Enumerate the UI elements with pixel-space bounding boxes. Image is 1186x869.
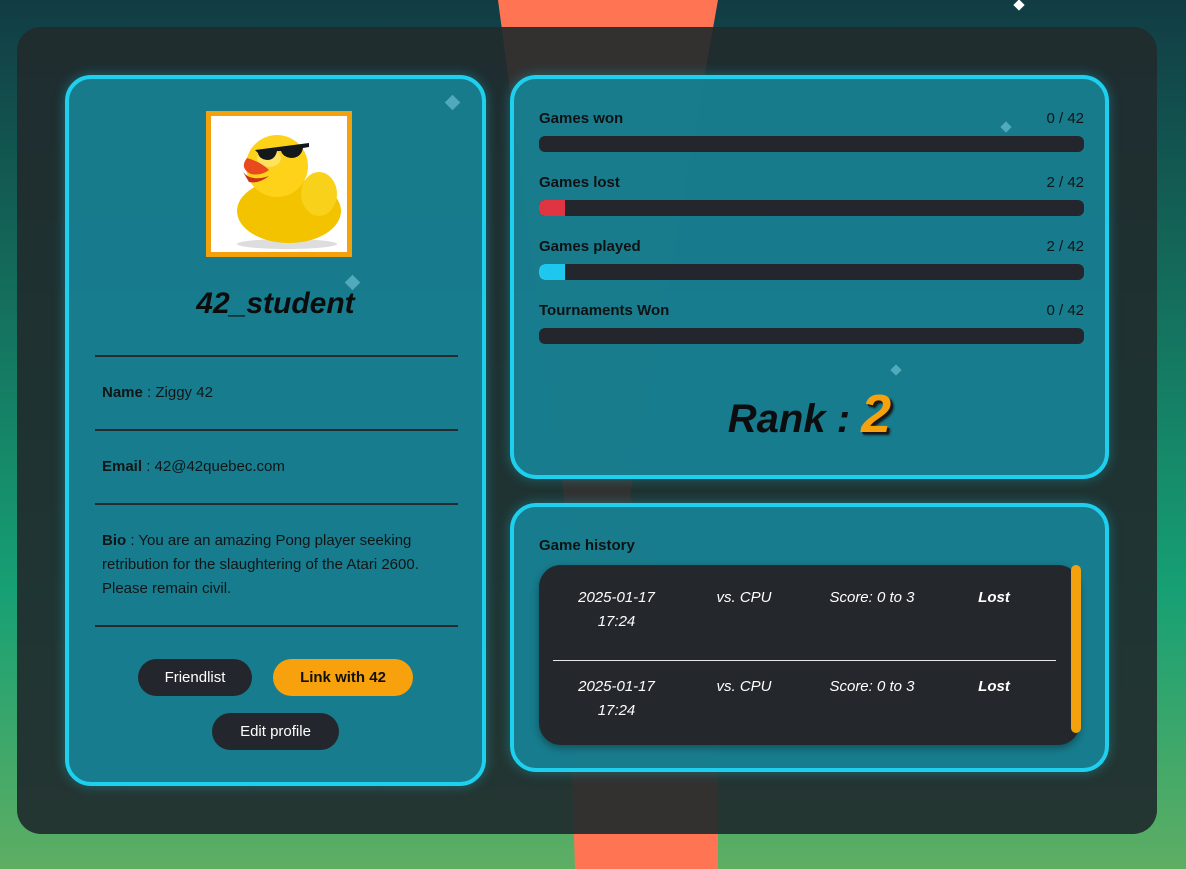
stat-games-won: Games won 0 / 42 xyxy=(539,110,1084,152)
rank-label: Rank : xyxy=(727,397,851,441)
bio-field: Bio : You are an amazing Pong player see… xyxy=(102,532,419,597)
divider xyxy=(553,660,1056,661)
match-date: 2025-01-17 17:24 xyxy=(559,586,674,634)
scrollbar[interactable] xyxy=(1071,565,1081,733)
progress-bar-fill xyxy=(539,200,565,216)
stat-games-lost: Games lost 2 / 42 xyxy=(539,174,1084,216)
edit-profile-button[interactable]: Edit profile xyxy=(212,713,339,750)
rank-display: Rank : 2 xyxy=(514,383,1105,445)
game-history-card: Game history 2025-01-17 17:24 vs. CPU Sc… xyxy=(510,503,1109,772)
stat-label: Games played xyxy=(539,238,641,255)
stat-tournaments-won: Tournaments Won 0 / 42 xyxy=(539,302,1084,344)
match-score: Score: 0 to 3 xyxy=(829,678,915,695)
link-with-42-button[interactable]: Link with 42 xyxy=(273,659,413,696)
divider xyxy=(95,503,458,505)
email-field: Email : 42@42quebec.com xyxy=(102,458,285,475)
match-date-time: 17:24 xyxy=(597,613,636,630)
divider xyxy=(95,429,458,431)
stat-value: 2 / 42 xyxy=(1046,174,1084,191)
stat-label: Games won xyxy=(539,110,624,127)
email-value: 42@42quebec.com xyxy=(154,458,285,475)
match-opponent: vs. CPU xyxy=(716,589,772,606)
progress-bar xyxy=(539,264,1084,280)
background-sparkle xyxy=(1013,0,1025,11)
divider xyxy=(95,625,458,627)
profile-card: 42_student Name : Ziggy 42 Email : 42@42… xyxy=(65,75,486,786)
match-date-day: 2025-01-17 xyxy=(578,678,655,695)
friendlist-button[interactable]: Friendlist xyxy=(138,659,252,696)
stat-games-played: Games played 2 / 42 xyxy=(539,238,1084,280)
stat-value: 0 / 42 xyxy=(1046,110,1084,127)
match-result: Lost xyxy=(978,678,1010,695)
bio-value: You are an amazing Pong player seeking r… xyxy=(102,532,419,597)
stats-card: Games won 0 / 42 Games lost 2 / 42 Games… xyxy=(510,75,1109,479)
match-date-day: 2025-01-17 xyxy=(578,589,655,606)
decorative-square xyxy=(890,364,902,376)
match-date-time: 17:24 xyxy=(597,702,636,719)
name-field: Name : Ziggy 42 xyxy=(102,384,213,401)
decorative-square xyxy=(444,94,461,111)
match-opponent: vs. CPU xyxy=(716,678,772,695)
rank-value: 2 xyxy=(861,384,892,444)
stat-value: 2 / 42 xyxy=(1046,238,1084,255)
name-label: Name xyxy=(102,384,143,401)
match-score: Score: 0 to 3 xyxy=(829,589,915,606)
stat-label: Tournaments Won xyxy=(539,302,670,319)
avatar[interactable] xyxy=(206,111,352,257)
game-history-title: Game history xyxy=(539,537,635,554)
match-result: Lost xyxy=(978,589,1010,606)
stat-label: Games lost xyxy=(539,174,620,191)
email-label: Email xyxy=(102,458,143,475)
name-value: Ziggy 42 xyxy=(155,384,213,401)
stat-value: 0 / 42 xyxy=(1046,302,1084,319)
progress-bar xyxy=(539,136,1084,152)
bio-label: Bio xyxy=(102,532,127,549)
username-title: 42_student xyxy=(196,287,355,320)
divider xyxy=(95,355,458,357)
progress-bar xyxy=(539,328,1084,344)
game-history-list[interactable]: 2025-01-17 17:24 vs. CPU Score: 0 to 3 L… xyxy=(539,565,1080,745)
rubber-duck-icon xyxy=(211,116,347,252)
match-date: 2025-01-17 17:24 xyxy=(559,675,674,723)
progress-bar xyxy=(539,200,1084,216)
progress-bar-fill xyxy=(539,264,565,280)
